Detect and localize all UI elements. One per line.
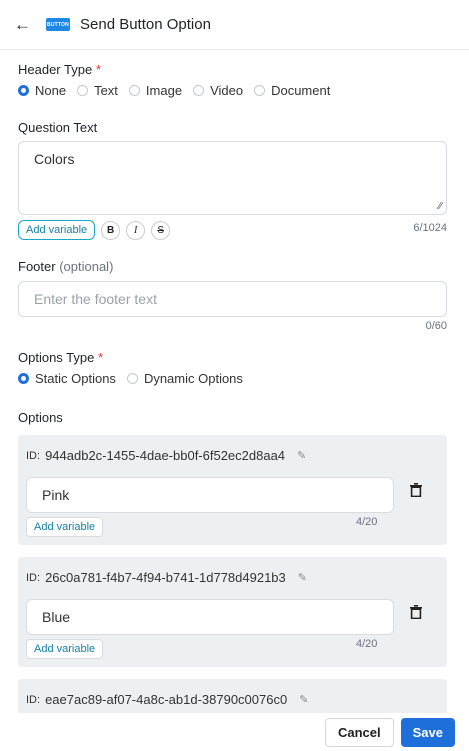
radio-empty-icon [254,85,266,96]
option-card: ID: eae7ac89-af07-4a8c-ab1d-38790c0076c0… [18,679,447,713]
header-type-label: Header Type * [18,62,101,77]
button-badge-icon: BUTTON [46,18,70,31]
header-type-text-radio[interactable]: Text [77,83,118,98]
header-type-document-radio[interactable]: Document [254,83,330,98]
radio-empty-icon [193,85,205,96]
option-id-row: ID: 944adb2c-1455-4dae-bb0f-6f52ec2d8aa4… [26,448,307,463]
option-card: ID: 944adb2c-1455-4dae-bb0f-6f52ec2d8aa4… [18,435,447,545]
option-add-variable-button[interactable]: Add variable [26,639,104,659]
static-options-radio[interactable]: Static Options [18,371,116,386]
option-id-row: ID: 26c0a781-f4b7-4f94-b741-1d778d4921b3… [26,570,307,585]
question-label: Question Text [18,120,98,135]
page-title: Send Button Option [80,16,211,33]
header-type-radio-group: None Text Image Video Document [18,83,341,98]
options-type-radio-group: Static Options Dynamic Options [18,371,254,386]
form-content: Header Type * None Text Image Video Docu… [0,50,469,713]
cancel-button[interactable]: Cancel [324,717,394,747]
question-add-variable-button[interactable]: Add variable [18,220,96,240]
footer-label: Footer (optional) [18,259,114,274]
trash-icon[interactable] [410,483,422,500]
edit-pencil-icon[interactable]: ✎ [297,449,306,462]
question-textarea[interactable]: Colors ∕∕ [18,141,447,215]
radio-empty-icon [77,85,89,96]
option-counter: 4/20 [356,638,378,650]
options-type-label: Options Type * [18,350,104,365]
question-section: Question Text Colors ∕∕ Add variable B I… [18,120,447,240]
radio-selected-icon [18,373,29,384]
edit-pencil-icon[interactable]: ✎ [299,693,308,706]
save-button[interactable]: Save [400,717,455,747]
header-type-section: Header Type * None Text Image Video Docu… [18,62,341,98]
question-value: Colors [34,151,75,167]
option-id: 26c0a781-f4b7-4f94-b741-1d778d4921b3 [45,570,286,585]
action-bar: Cancel Save [0,713,469,751]
bold-button[interactable]: B [101,220,121,240]
option-id-row: ID: eae7ac89-af07-4a8c-ab1d-38790c0076c0… [26,692,309,707]
radio-empty-icon [126,373,138,384]
question-counter: 6/1024 [413,222,447,234]
top-bar: ← BUTTON Send Button Option [0,0,469,50]
option-add-variable-button[interactable]: Add variable [26,517,104,537]
footer-counter: 0/60 [425,320,447,332]
trash-icon[interactable] [410,605,422,622]
header-type-video-radio[interactable]: Video [193,83,243,98]
resize-handle-icon[interactable]: ∕∕ [439,201,442,212]
option-card: ID: 26c0a781-f4b7-4f94-b741-1d778d4921b3… [18,557,447,667]
footer-section: Footer (optional) Enter the footer text … [18,259,447,332]
footer-input[interactable]: Enter the footer text [18,281,447,317]
options-type-section: Options Type * Static Options Dynamic Op… [18,350,254,386]
option-input[interactable]: Pink [26,477,394,513]
format-toolbar: Add variable B I S 6/1024 [18,220,447,240]
options-label: Options [18,410,63,425]
dynamic-options-radio[interactable]: Dynamic Options [126,371,243,386]
option-id: 944adb2c-1455-4dae-bb0f-6f52ec2d8aa4 [45,448,286,463]
radio-selected-icon [18,85,29,96]
option-counter: 4/20 [356,516,378,528]
option-input[interactable]: Blue [26,599,394,635]
header-type-none-radio[interactable]: None [18,83,66,98]
header-type-image-radio[interactable]: Image [128,83,182,98]
radio-empty-icon [128,85,140,96]
strikethrough-button[interactable]: S [151,220,171,240]
option-id: eae7ac89-af07-4a8c-ab1d-38790c0076c0 [45,692,288,707]
back-arrow-icon[interactable]: ← [14,15,34,35]
italic-button[interactable]: I [126,220,146,240]
edit-pencil-icon[interactable]: ✎ [298,571,307,584]
